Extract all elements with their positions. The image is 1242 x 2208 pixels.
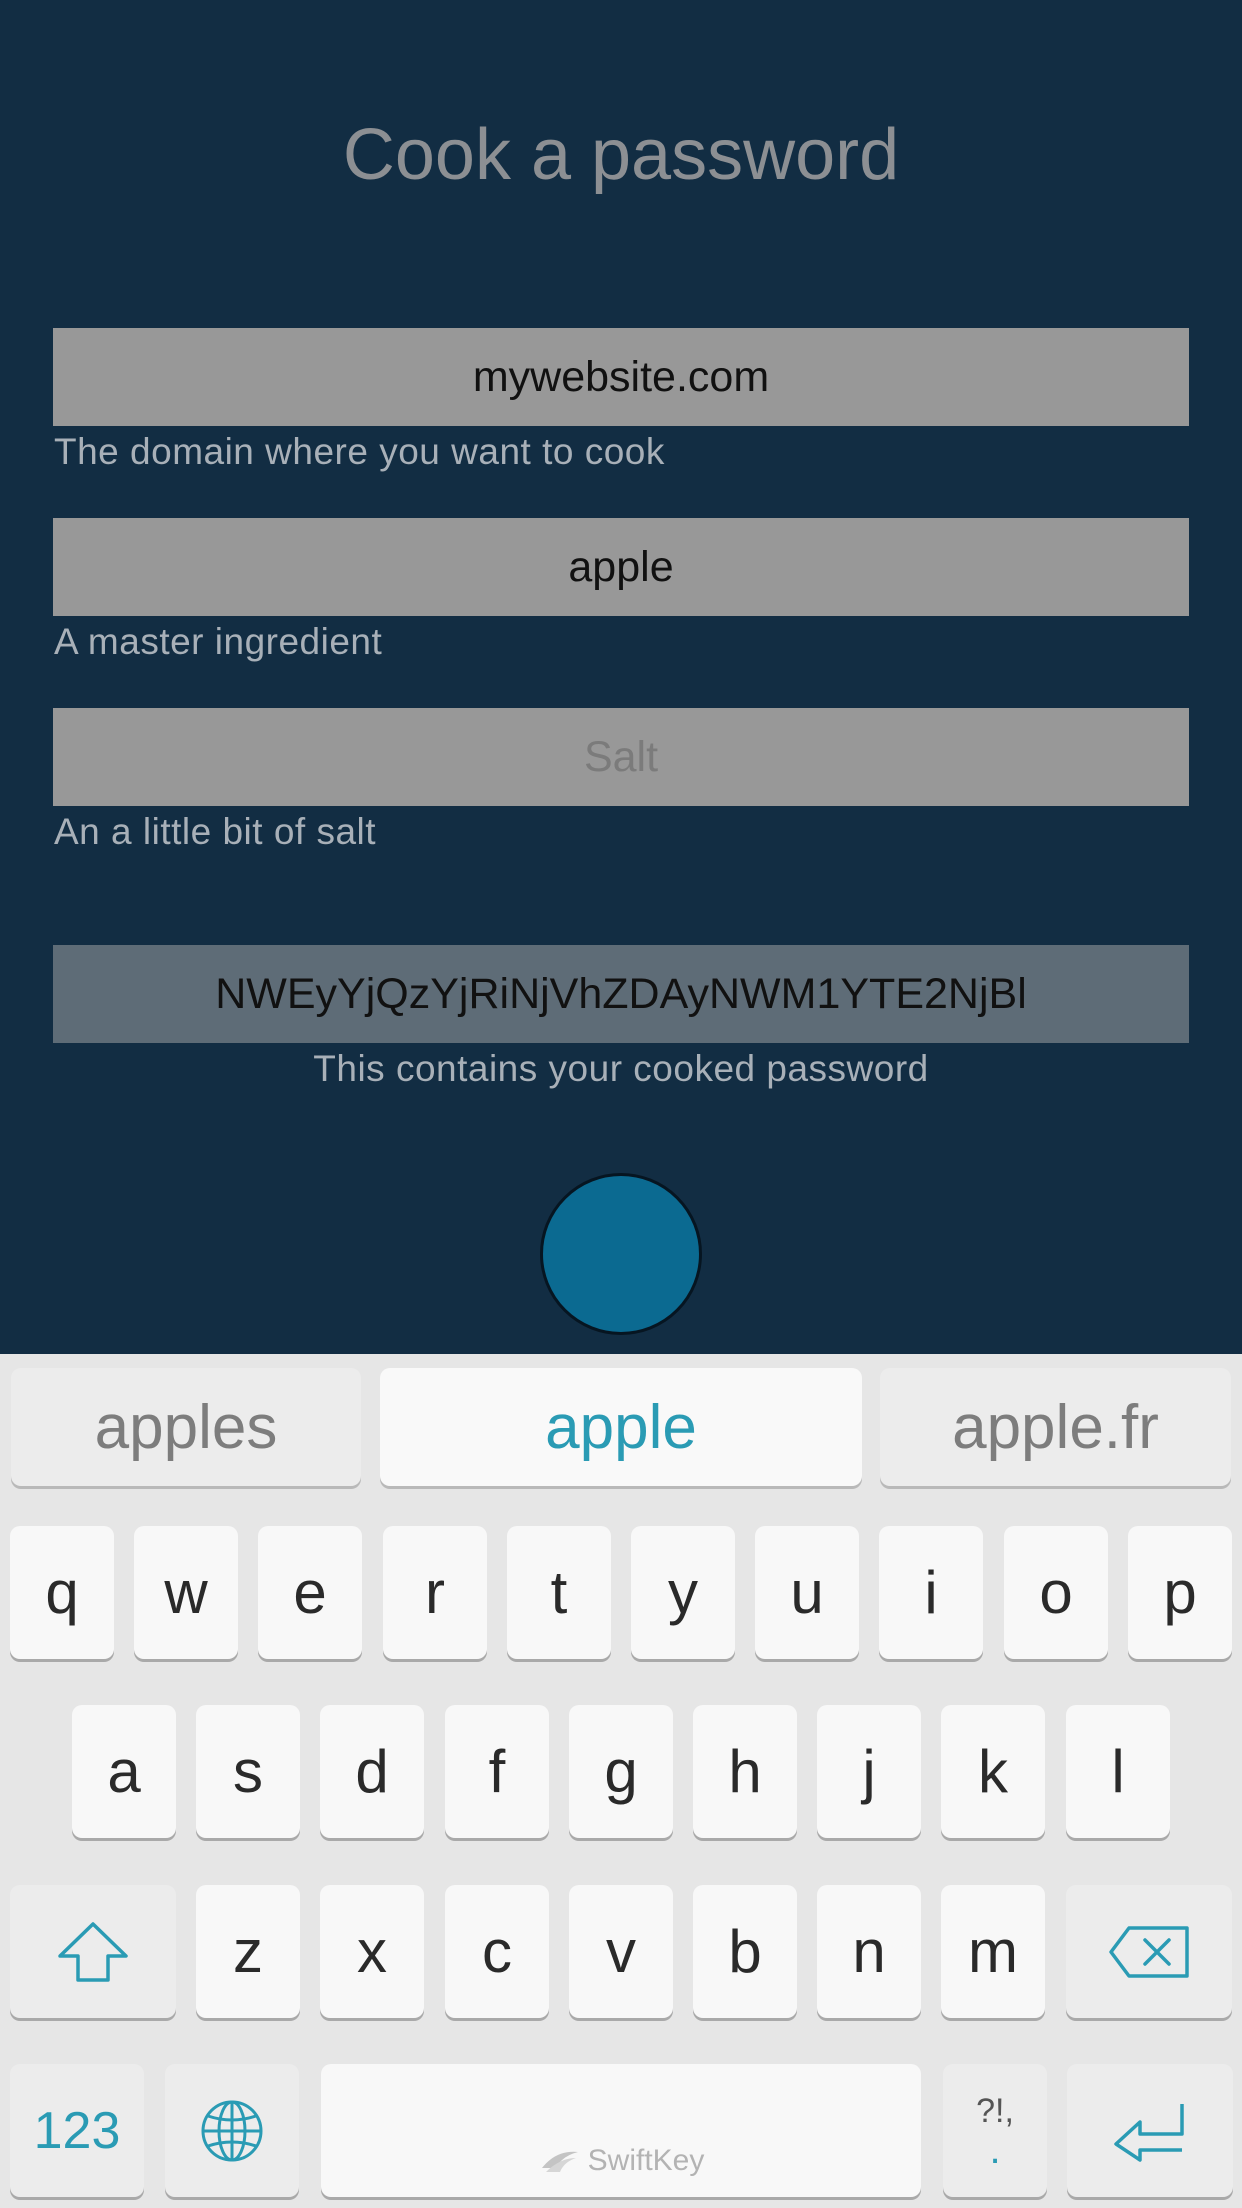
suggestion-center[interactable]: apple [380, 1368, 862, 1486]
key-j[interactable]: j [817, 1705, 921, 1838]
key-a[interactable]: a [72, 1705, 176, 1838]
keyboard: apples apple apple.fr q w e r t y u i o … [0, 1354, 1242, 2208]
backspace-icon [1109, 1925, 1189, 1978]
domain-hint: The domain where you want to cook [54, 431, 665, 472]
swiftkey-logo-icon [541, 2151, 578, 2172]
key-v[interactable]: v [569, 1885, 673, 2018]
key-n[interactable]: n [817, 1885, 921, 2018]
key-m[interactable]: m [941, 1885, 1045, 2018]
key-t[interactable]: t [507, 1526, 611, 1659]
salt-input[interactable] [53, 708, 1189, 806]
shift-key[interactable] [10, 1885, 176, 2018]
key-u[interactable]: u [755, 1526, 859, 1659]
swiftkey-brand-label: SwiftKey [587, 2143, 705, 2177]
key-h[interactable]: h [693, 1705, 797, 1838]
key-d[interactable]: d [320, 1705, 424, 1838]
key-s[interactable]: s [196, 1705, 300, 1838]
key-y[interactable]: y [631, 1526, 735, 1659]
punctuation-key[interactable]: ?!, . [943, 2064, 1047, 2197]
globe-key[interactable] [165, 2064, 299, 2197]
key-x[interactable]: x [320, 1885, 424, 2018]
key-w[interactable]: w [134, 1526, 238, 1659]
key-b[interactable]: b [693, 1885, 797, 2018]
master-ingredient-input[interactable] [53, 518, 1189, 616]
cook-password-screen: Cook a password The domain where you wan… [0, 0, 1242, 1354]
key-p[interactable]: p [1128, 1526, 1232, 1659]
globe-icon [201, 2100, 263, 2161]
cooked-password-output[interactable] [53, 945, 1189, 1043]
return-icon [1114, 2103, 1184, 2162]
salt-hint: An a little bit of salt [54, 811, 377, 852]
numbers-key[interactable]: 123 [10, 2064, 144, 2197]
punctuation-top-label: ?!, [976, 2091, 1014, 2130]
key-z[interactable]: z [196, 1885, 300, 2018]
master-ingredient-hint: A master ingredient [54, 621, 383, 662]
return-key[interactable] [1067, 2064, 1233, 2197]
key-e[interactable]: e [258, 1526, 362, 1659]
key-g[interactable]: g [569, 1705, 673, 1838]
key-c[interactable]: c [445, 1885, 549, 2018]
cooked-password-hint: This contains your cooked password [313, 1048, 929, 1089]
key-i[interactable]: i [879, 1526, 983, 1659]
space-bar[interactable]: SwiftKey [321, 2064, 921, 2197]
key-l[interactable]: l [1066, 1705, 1170, 1838]
suggestion-right[interactable]: apple.fr [880, 1368, 1231, 1486]
page-title: Cook a password [342, 115, 900, 195]
shift-arrow-icon [58, 1921, 128, 1982]
key-f[interactable]: f [445, 1705, 549, 1838]
punctuation-bottom-label: . [989, 2127, 1001, 2172]
domain-input[interactable] [53, 328, 1189, 426]
key-k[interactable]: k [941, 1705, 1045, 1838]
key-q[interactable]: q [10, 1526, 114, 1659]
backspace-key[interactable] [1066, 1885, 1232, 2018]
key-r[interactable]: r [383, 1526, 487, 1659]
key-o[interactable]: o [1004, 1526, 1108, 1659]
suggestion-left[interactable]: apples [11, 1368, 361, 1486]
cook-button[interactable] [540, 1173, 702, 1335]
